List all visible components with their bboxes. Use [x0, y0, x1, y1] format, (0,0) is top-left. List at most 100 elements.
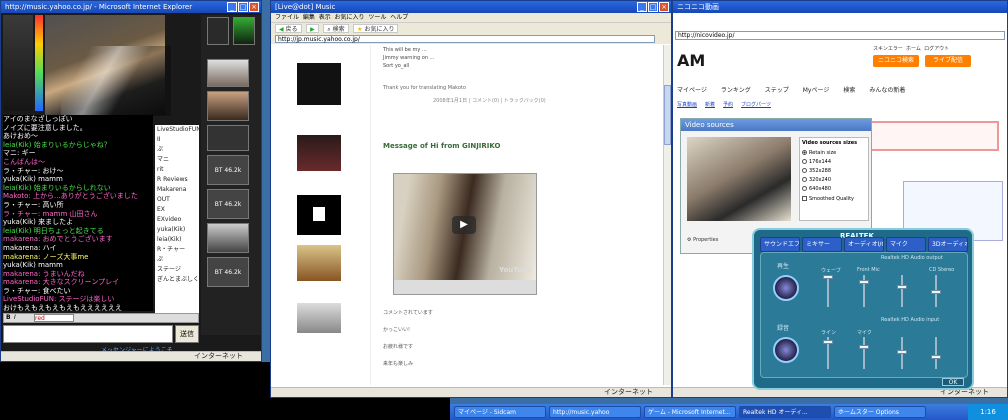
- video-thumb[interactable]: BT 46.2k: [207, 257, 249, 287]
- post-image[interactable]: [297, 63, 341, 105]
- site-address[interactable]: http://nicovideo.jp/: [675, 31, 1005, 40]
- chat-input[interactable]: [3, 325, 173, 343]
- user-item[interactable]: yuka(Kik): [155, 225, 199, 235]
- taskbar-item[interactable]: ゲーム - Microsoft Internet...: [644, 406, 736, 418]
- post-image[interactable]: [297, 245, 341, 281]
- address-input[interactable]: http://jp.music.yahoo.co.jp/: [275, 35, 655, 43]
- site-titlebar[interactable]: ニコニコ動画: [673, 1, 1007, 13]
- realtek-tab[interactable]: マイク: [886, 237, 926, 252]
- video-thumb[interactable]: [233, 17, 255, 45]
- chat-titlebar[interactable]: http://music.yahoo.co.jp/ - Microsoft In…: [1, 1, 261, 13]
- site-sub-link[interactable]: 予約: [723, 102, 733, 108]
- blog-titlebar[interactable]: [Live@dot] Music _ □ ×: [271, 1, 671, 13]
- video-thumb[interactable]: BT 46.2k: [207, 189, 249, 219]
- video-controls[interactable]: [394, 280, 536, 294]
- taskbar-item[interactable]: Realtek HD オーディ...: [739, 406, 831, 418]
- site-login-button[interactable]: ニコニコ検索: [873, 55, 919, 67]
- volume-slider[interactable]: [897, 275, 907, 307]
- realtek-tab[interactable]: サウンドエフェクト: [760, 237, 800, 252]
- menu-view[interactable]: 表示: [319, 14, 331, 21]
- site-sub-link[interactable]: ブログパーツ: [741, 102, 771, 108]
- post-image[interactable]: [297, 135, 341, 171]
- header-link[interactable]: スキンエラー: [873, 46, 903, 52]
- site-logo[interactable]: AM: [677, 51, 705, 70]
- realtek-tab[interactable]: オーディオI/O: [844, 237, 884, 252]
- volume-slider[interactable]: [897, 337, 907, 369]
- slider-knob[interactable]: [931, 290, 941, 294]
- playback-knob[interactable]: [773, 275, 799, 301]
- user-item[interactable]: rit: [155, 165, 199, 175]
- post-image[interactable]: [297, 303, 341, 333]
- site-nav-tab[interactable]: ステップ: [765, 87, 789, 94]
- close-button[interactable]: ×: [659, 2, 669, 12]
- video-thumb[interactable]: BT 46.2k: [207, 155, 249, 185]
- site-nav-tab[interactable]: ランキング: [721, 87, 751, 94]
- close-button[interactable]: ×: [249, 2, 259, 12]
- user-item[interactable]: EX: [155, 205, 199, 215]
- site-live-button[interactable]: ライブ配信: [925, 55, 971, 67]
- bold-icon[interactable]: B: [6, 314, 11, 321]
- slider-knob[interactable]: [859, 280, 869, 284]
- volume-slider[interactable]: [931, 275, 941, 307]
- user-item[interactable]: EXvideo: [155, 215, 199, 225]
- user-item[interactable]: R Reviews: [155, 175, 199, 185]
- popup-titlebar[interactable]: Video sources: [681, 119, 871, 131]
- scrollbar[interactable]: [663, 45, 671, 385]
- site-nav-tab[interactable]: マイページ: [677, 87, 707, 94]
- user-item[interactable]: II: [155, 135, 199, 145]
- user-item[interactable]: ぷ: [155, 255, 199, 265]
- smoothed-checkbox[interactable]: Smoothed Quality: [802, 196, 866, 202]
- back-button[interactable]: ◀ 戻る: [275, 24, 302, 33]
- maximize-button[interactable]: □: [238, 2, 248, 12]
- size-radio[interactable]: 352x288: [802, 168, 866, 174]
- header-link[interactable]: ホーム: [906, 46, 921, 52]
- video-thumb[interactable]: [207, 223, 249, 253]
- menu-favorites[interactable]: お気に入り: [335, 14, 365, 21]
- user-item[interactable]: ステージ: [155, 265, 199, 275]
- slider-knob[interactable]: [897, 350, 907, 354]
- video-thumb[interactable]: [207, 59, 249, 87]
- size-radio[interactable]: 176x144: [802, 159, 866, 165]
- volume-slider[interactable]: [859, 337, 869, 369]
- slider-knob[interactable]: [859, 345, 869, 349]
- slider-knob[interactable]: [897, 285, 907, 289]
- site-sub-link[interactable]: 写真動画: [677, 102, 697, 108]
- forward-button[interactable]: ▶: [306, 24, 319, 33]
- maximize-button[interactable]: □: [648, 2, 658, 12]
- user-item[interactable]: ぷ: [155, 145, 199, 155]
- guitar-video[interactable]: [61, 46, 171, 116]
- volume-slider[interactable]: [859, 275, 869, 307]
- play-icon[interactable]: ▶: [452, 216, 476, 234]
- menu-help[interactable]: ヘルプ: [390, 14, 408, 21]
- header-link[interactable]: ログアウト: [924, 46, 949, 52]
- user-item[interactable]: LiveStudioFUN: [155, 125, 199, 135]
- youtube-player[interactable]: ▶ YouTube: [393, 173, 537, 295]
- volume-slider[interactable]: [823, 337, 833, 369]
- minimize-button[interactable]: _: [637, 2, 647, 12]
- realtek-ok-button[interactable]: OK: [942, 378, 964, 386]
- font-color-select[interactable]: red: [34, 314, 74, 322]
- video-thumb[interactable]: [207, 91, 249, 121]
- site-nav-tab[interactable]: Myページ: [803, 87, 830, 94]
- size-radio[interactable]: 320x240: [802, 177, 866, 183]
- main-video[interactable]: [3, 15, 33, 111]
- popup-footer[interactable]: ⚙ Properties: [687, 237, 718, 243]
- slider-knob[interactable]: [931, 355, 941, 359]
- slider-knob[interactable]: [823, 275, 833, 279]
- realtek-tab[interactable]: ミキサー: [802, 237, 842, 252]
- realtek-tab[interactable]: 3Dオーディオデモ: [928, 237, 968, 252]
- user-item[interactable]: Makarena: [155, 185, 199, 195]
- video-thumb[interactable]: [207, 125, 249, 151]
- search-button[interactable]: ⌕ 検索: [323, 24, 349, 33]
- post-image[interactable]: [297, 195, 341, 235]
- video-thumb[interactable]: [207, 17, 229, 45]
- minimize-button[interactable]: _: [227, 2, 237, 12]
- site-nav-tab[interactable]: 検索: [843, 87, 855, 94]
- size-radio[interactable]: Retain size: [802, 150, 866, 156]
- taskbar-item[interactable]: マイページ - Sidcam: [454, 406, 546, 418]
- taskbar-item[interactable]: http://music.yahoo: [549, 406, 641, 418]
- record-knob[interactable]: [773, 337, 799, 363]
- user-item[interactable]: マニ: [155, 155, 199, 165]
- favorites-button[interactable]: ★ お気に入り: [353, 24, 399, 33]
- user-item[interactable]: OUT: [155, 195, 199, 205]
